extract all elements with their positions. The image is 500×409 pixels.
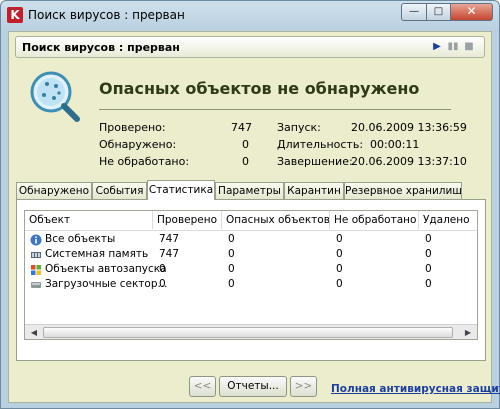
row-dangerous: 0 — [228, 263, 235, 275]
unprocessed-label: Не обработано: — [99, 155, 190, 168]
row-object-name[interactable]: Объекты автозапуска — [45, 262, 167, 277]
tab-detected[interactable]: Обнаружено — [16, 182, 92, 200]
column-header-unprocessed[interactable]: Не обработано — [330, 211, 419, 229]
kaspersky-logo-icon: K — [7, 7, 23, 23]
checked-value: 747 — [231, 121, 252, 134]
memory-chip-icon — [31, 252, 41, 258]
statistics-table: Объект Проверено Опасных объектов Не обр… — [24, 210, 478, 340]
row-unprocessed: 0 — [336, 263, 343, 275]
task-title: Поиск вирусов : прерван — [22, 41, 180, 54]
start-label: Запуск: — [277, 121, 321, 134]
result-divider — [99, 109, 451, 110]
windows-flag-icon — [31, 265, 41, 275]
checked-label: Проверено: — [99, 121, 166, 134]
tab-events[interactable]: События — [92, 182, 147, 200]
app-window: K Поиск вирусов : прерван — □ ✕ Поиск ви… — [0, 0, 500, 409]
result-heading: Опасных объектов не обнаружено — [99, 79, 420, 98]
row-dangerous: 0 — [228, 248, 235, 260]
window-title: Поиск вирусов : прерван — [28, 8, 185, 22]
row-dangerous: 0 — [228, 233, 235, 245]
unprocessed-value: 0 — [242, 155, 249, 168]
start-value: 20.06.2009 13:36:59 — [351, 121, 467, 134]
reports-button[interactable]: Отчеты... — [219, 376, 287, 397]
close-button[interactable]: ✕ — [450, 3, 493, 21]
row-unprocessed: 0 — [336, 233, 343, 245]
drive-icon — [31, 282, 41, 288]
row-deleted: 0 — [425, 278, 432, 290]
row-object-name[interactable]: Загрузочные сектор... — [45, 277, 168, 292]
resume-button[interactable]: ▶ — [431, 41, 443, 53]
row-unprocessed: 0 — [336, 248, 343, 260]
full-protection-link[interactable]: Полная антивирусная защита — [331, 383, 500, 395]
end-label: Завершение: — [277, 155, 353, 168]
info-icon — [30, 234, 42, 246]
column-header-checked[interactable]: Проверено — [153, 211, 222, 229]
maximize-button[interactable]: □ — [426, 3, 451, 21]
row-object-name[interactable]: Системная память — [45, 247, 148, 262]
tab-backup[interactable]: Резервное хранилище — [344, 182, 462, 200]
title-bar[interactable]: K Поиск вирусов : прерван — □ ✕ — [1, 1, 499, 31]
column-header-deleted[interactable]: Удалено — [419, 211, 477, 229]
minimize-button[interactable]: — — [401, 3, 427, 21]
row-deleted: 0 — [425, 263, 432, 275]
statistics-panel: Объект Проверено Опасных объектов Не обр… — [16, 199, 486, 361]
client-area: Поиск вирусов : прерван ▶ ▮▮ ■ Опасных о… — [8, 31, 500, 403]
row-checked: 747 — [159, 248, 180, 260]
pause-button[interactable]: ▮▮ — [447, 41, 459, 53]
row-checked: 747 — [159, 233, 180, 245]
row-checked: 0 — [159, 278, 166, 290]
found-label: Обнаружено: — [99, 138, 177, 151]
row-unprocessed: 0 — [336, 278, 343, 290]
scroll-right-icon[interactable]: ▶ — [461, 326, 475, 339]
task-header: Поиск вирусов : прерван ▶ ▮▮ ■ — [15, 36, 485, 58]
duration-value: 00:00:11 — [370, 138, 420, 151]
tab-strip: Обнаружено События Статистика Параметры … — [16, 180, 486, 200]
stop-button[interactable]: ■ — [463, 41, 475, 53]
previous-button[interactable]: << — [189, 376, 216, 397]
tab-statistics[interactable]: Статистика — [147, 180, 215, 200]
column-header-object[interactable]: Объект — [25, 211, 153, 229]
tab-parameters[interactable]: Параметры — [215, 182, 284, 200]
row-checked: 0 — [159, 263, 166, 275]
found-value: 0 — [242, 138, 249, 151]
scroll-thumb[interactable] — [43, 327, 453, 338]
row-deleted: 0 — [425, 233, 432, 245]
end-value: 20.06.2009 13:37:10 — [351, 155, 467, 168]
row-object-name[interactable]: Все объекты — [45, 232, 115, 247]
duration-label: Длительность: — [277, 138, 364, 151]
magnifier-shield-icon — [30, 71, 80, 122]
next-button[interactable]: >> — [290, 376, 317, 397]
tab-quarantine[interactable]: Карантин — [284, 182, 344, 200]
scroll-left-icon[interactable]: ◀ — [27, 326, 41, 339]
row-deleted: 0 — [425, 248, 432, 260]
column-header-dangerous[interactable]: Опасных объектов — [222, 211, 330, 229]
row-dangerous: 0 — [228, 278, 235, 290]
horizontal-scrollbar[interactable]: ◀ ▶ — [25, 324, 477, 339]
header-separator — [25, 230, 477, 231]
